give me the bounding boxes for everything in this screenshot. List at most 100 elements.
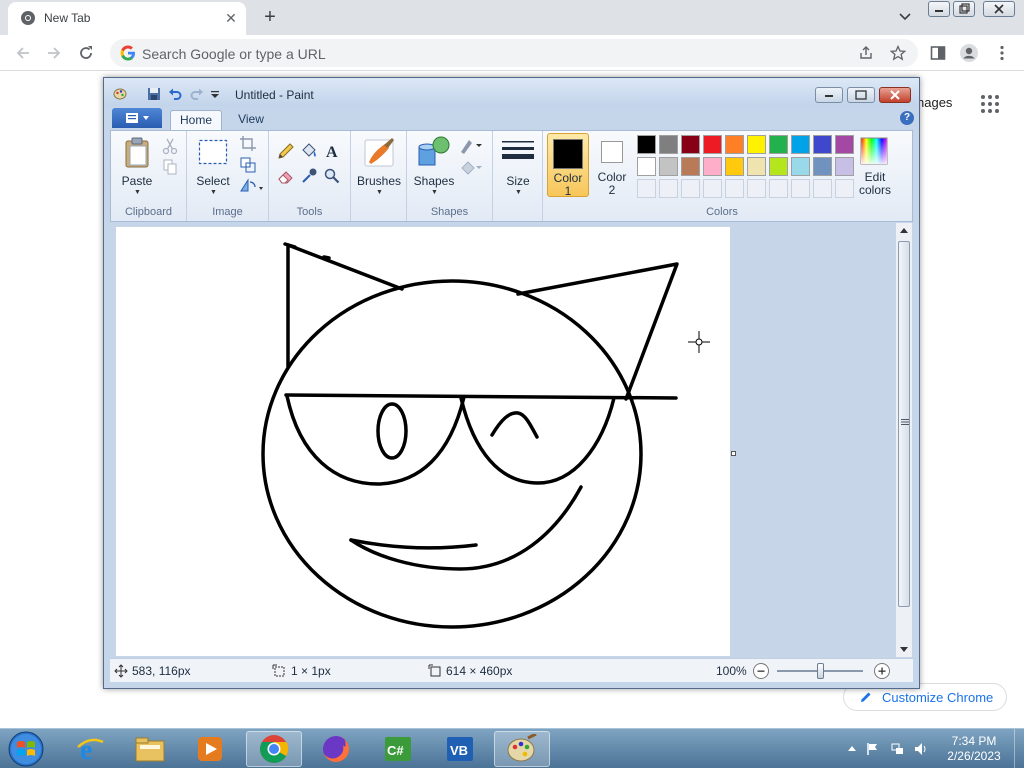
windows-start-button[interactable] bbox=[4, 730, 48, 768]
zoom-in-button[interactable] bbox=[874, 663, 890, 679]
palette-swatch[interactable] bbox=[747, 135, 766, 154]
tab-view[interactable]: View bbox=[228, 110, 274, 130]
show-hidden-icons-icon[interactable] bbox=[845, 742, 859, 756]
cut-icon[interactable] bbox=[161, 137, 179, 155]
paint-close-button[interactable] bbox=[879, 87, 911, 103]
palette-swatch[interactable] bbox=[703, 135, 722, 154]
tab-search-chevron-icon[interactable] bbox=[895, 9, 915, 25]
crop-icon[interactable] bbox=[239, 135, 257, 153]
taskbar-csharp[interactable]: C# bbox=[370, 731, 426, 767]
taskbar-ie[interactable]: e bbox=[62, 731, 118, 767]
canvas-resize-handle[interactable] bbox=[731, 451, 736, 456]
reload-button[interactable] bbox=[75, 42, 97, 64]
palette-swatch[interactable] bbox=[769, 135, 788, 154]
palette-custom-swatch[interactable] bbox=[769, 179, 788, 198]
shape-fill-icon[interactable] bbox=[459, 159, 485, 177]
eraser-icon[interactable] bbox=[277, 167, 295, 185]
palette-swatch[interactable] bbox=[725, 135, 744, 154]
tab-home[interactable]: Home bbox=[170, 110, 222, 130]
taskbar-firefox[interactable] bbox=[308, 731, 364, 767]
color1-button[interactable]: Color 1 bbox=[547, 133, 589, 198]
shape-outline-icon[interactable] bbox=[459, 137, 485, 155]
fill-bucket-icon[interactable] bbox=[300, 142, 318, 160]
window-close-button[interactable] bbox=[983, 1, 1015, 17]
google-apps-icon[interactable] bbox=[980, 94, 1000, 114]
taskbar-explorer[interactable] bbox=[122, 731, 178, 767]
window-minimize-button[interactable] bbox=[928, 1, 950, 17]
taskbar-vb[interactable]: VB bbox=[432, 731, 488, 767]
palette-swatch[interactable] bbox=[681, 135, 700, 154]
palette-swatch[interactable] bbox=[813, 135, 832, 154]
palette-swatch[interactable] bbox=[769, 157, 788, 176]
color2-button[interactable]: Color 2 bbox=[591, 133, 633, 197]
palette-custom-swatch[interactable] bbox=[835, 179, 854, 198]
palette-custom-swatch[interactable] bbox=[725, 179, 744, 198]
bookmark-star-icon[interactable] bbox=[890, 45, 906, 61]
palette-custom-swatch[interactable] bbox=[681, 179, 700, 198]
profile-button[interactable] bbox=[958, 42, 980, 64]
palette-swatch[interactable] bbox=[659, 135, 678, 154]
copy-icon[interactable] bbox=[161, 158, 179, 176]
qat-customize-chevron-icon[interactable] bbox=[210, 87, 220, 101]
magnifier-icon[interactable] bbox=[323, 167, 341, 185]
taskbar-clock[interactable]: 7:34 PM 2/26/2023 bbox=[940, 734, 1008, 764]
save-icon[interactable] bbox=[147, 87, 161, 101]
text-tool-icon[interactable]: A bbox=[323, 142, 341, 160]
scrollbar-thumb[interactable] bbox=[898, 241, 910, 607]
redo-icon[interactable] bbox=[190, 87, 204, 101]
palette-swatch[interactable] bbox=[637, 135, 656, 154]
show-desktop-button[interactable] bbox=[1014, 729, 1024, 768]
palette-swatch[interactable] bbox=[813, 157, 832, 176]
palette-swatch[interactable] bbox=[725, 157, 744, 176]
tab-close-icon[interactable]: ✕ bbox=[222, 9, 240, 27]
taskbar-chrome[interactable] bbox=[246, 731, 302, 767]
palette-custom-swatch[interactable] bbox=[703, 179, 722, 198]
zoom-slider[interactable] bbox=[777, 663, 863, 679]
vertical-scrollbar[interactable] bbox=[895, 223, 912, 657]
network-icon[interactable] bbox=[891, 742, 905, 756]
palette-custom-swatch[interactable] bbox=[637, 179, 656, 198]
new-tab-button[interactable]: + bbox=[258, 6, 282, 30]
tab-new-tab[interactable]: New Tab ✕ bbox=[8, 2, 246, 35]
rotate-icon[interactable] bbox=[239, 177, 265, 195]
window-restore-button[interactable] bbox=[953, 1, 975, 17]
paint-file-menu-button[interactable] bbox=[112, 108, 162, 128]
edit-colors-button[interactable]: Edit colors bbox=[853, 133, 897, 197]
chrome-menu-button[interactable] bbox=[991, 42, 1013, 64]
palette-swatch[interactable] bbox=[791, 157, 810, 176]
taskbar-paint[interactable] bbox=[494, 731, 550, 767]
palette-swatch[interactable] bbox=[835, 135, 854, 154]
volume-icon[interactable] bbox=[914, 742, 928, 756]
scroll-down-arrow-icon[interactable] bbox=[900, 645, 908, 653]
share-icon[interactable] bbox=[858, 45, 874, 61]
palette-custom-swatch[interactable] bbox=[791, 179, 810, 198]
palette-swatch[interactable] bbox=[791, 135, 810, 154]
pencil-tool-icon[interactable] bbox=[277, 142, 295, 160]
forward-button[interactable] bbox=[43, 42, 65, 64]
palette-swatch[interactable] bbox=[681, 157, 700, 176]
help-icon[interactable]: ? bbox=[900, 111, 914, 125]
taskbar-media-player[interactable] bbox=[182, 731, 238, 767]
drawing-canvas[interactable] bbox=[116, 227, 730, 656]
select-button[interactable]: Select ▼ bbox=[191, 133, 235, 196]
omnibox[interactable]: Search Google or type a URL bbox=[110, 39, 918, 67]
palette-custom-swatch[interactable] bbox=[659, 179, 678, 198]
palette-swatch[interactable] bbox=[637, 157, 656, 176]
paint-maximize-button[interactable] bbox=[847, 87, 875, 103]
paint-minimize-button[interactable] bbox=[815, 87, 843, 103]
shapes-button[interactable]: Shapes ▼ bbox=[411, 133, 457, 196]
undo-icon[interactable] bbox=[168, 87, 182, 101]
resize-icon[interactable] bbox=[239, 156, 257, 174]
palette-swatch[interactable] bbox=[703, 157, 722, 176]
zoom-slider-thumb[interactable] bbox=[816, 663, 824, 679]
images-link[interactable]: nages bbox=[917, 95, 952, 110]
palette-swatch[interactable] bbox=[747, 157, 766, 176]
scroll-up-arrow-icon[interactable] bbox=[900, 227, 908, 235]
side-panel-button[interactable] bbox=[927, 42, 949, 64]
zoom-out-button[interactable] bbox=[753, 663, 769, 679]
palette-swatch[interactable] bbox=[659, 157, 678, 176]
palette-swatch[interactable] bbox=[835, 157, 854, 176]
size-button[interactable]: Size ▼ bbox=[497, 133, 539, 196]
brushes-button[interactable]: Brushes ▼ bbox=[355, 133, 403, 196]
action-center-flag-icon[interactable] bbox=[866, 742, 880, 756]
